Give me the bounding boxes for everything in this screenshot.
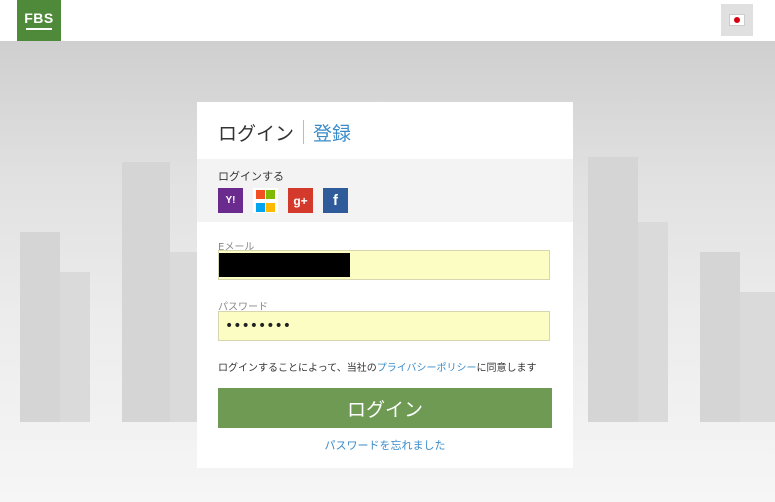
fbs-logo[interactable]: FBS xyxy=(17,0,61,41)
tab-register[interactable]: 登録 xyxy=(313,119,351,146)
privacy-consent-text: ログインすることによって、当社のプライバシーポリシーに同意します xyxy=(218,359,537,374)
login-card: ログイン 登録 ログインする Y! g+ f Eメール パスワード ••••••… xyxy=(197,102,573,468)
tab-divider xyxy=(303,120,305,144)
email-field[interactable] xyxy=(218,250,550,280)
facebook-icon[interactable]: f xyxy=(323,188,348,213)
background-building xyxy=(740,292,775,422)
logo-underline xyxy=(26,27,52,30)
forgot-password-link[interactable]: パスワードを忘れました xyxy=(197,437,573,453)
background-building xyxy=(122,162,170,422)
background-building xyxy=(638,222,668,422)
tab-login[interactable]: ログイン xyxy=(218,119,294,146)
social-icons: Y! g+ f xyxy=(218,188,348,213)
password-value: •••••••• xyxy=(225,318,292,334)
yahoo-icon[interactable]: Y! xyxy=(218,188,243,213)
logo-text: FBS xyxy=(24,9,54,26)
password-field[interactable]: •••••••• xyxy=(218,311,550,341)
consent-prefix: ログインすることによって、当社の xyxy=(218,363,377,374)
microsoft-icon[interactable] xyxy=(253,188,278,213)
language-selector-button[interactable] xyxy=(721,4,753,36)
consent-suffix: に同意します xyxy=(476,363,537,374)
background-building xyxy=(700,252,740,422)
social-login-label: ログインする xyxy=(218,170,284,183)
privacy-policy-link[interactable]: プライバシーポリシー xyxy=(377,363,477,374)
background-building xyxy=(20,232,60,422)
background-building xyxy=(60,272,90,422)
login-button[interactable]: ログイン xyxy=(218,388,552,428)
redaction-block xyxy=(219,253,350,277)
social-login-section: ログインする Y! g+ f xyxy=(197,159,573,222)
auth-tabs: ログイン 登録 xyxy=(218,119,351,145)
background-building xyxy=(170,252,198,422)
top-bar: FBS xyxy=(0,0,775,41)
background-building xyxy=(588,157,638,422)
google-plus-icon[interactable]: g+ xyxy=(288,188,313,213)
japan-flag-icon xyxy=(729,14,745,26)
